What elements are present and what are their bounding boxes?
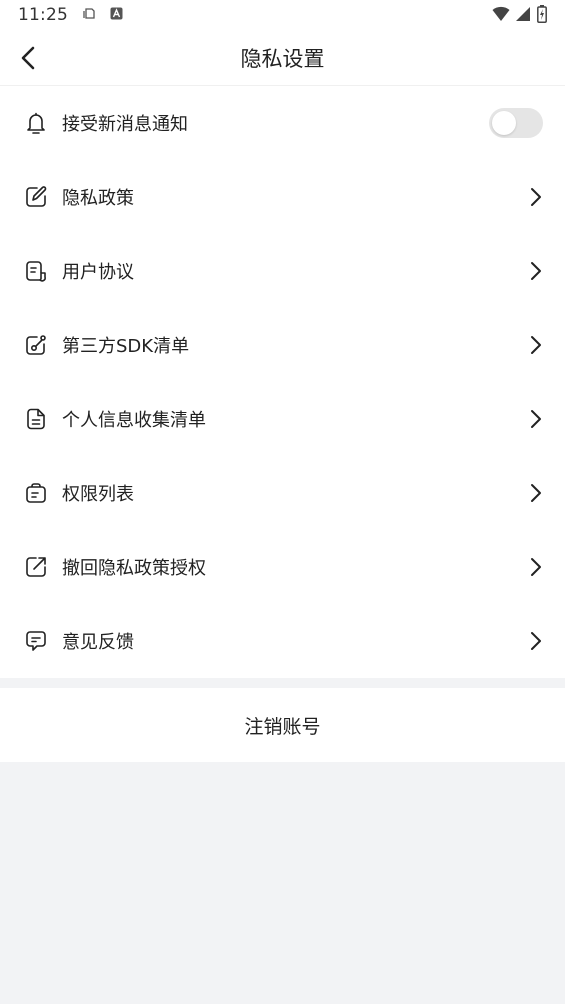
signal-icon — [516, 6, 531, 27]
row-message-notification: 接受新消息通知 — [0, 86, 565, 160]
clipboard-icon — [82, 5, 96, 25]
bag-icon — [24, 481, 48, 505]
row-personal-info-list[interactable]: 个人信息收集清单 — [0, 382, 565, 456]
chevron-right-icon — [529, 334, 543, 356]
app-notification-icon — [110, 5, 123, 25]
chevron-right-icon — [529, 408, 543, 430]
link-share-icon — [24, 333, 48, 357]
row-privacy-policy[interactable]: 隐私政策 — [0, 160, 565, 234]
row-user-agreement[interactable]: 用户协议 — [0, 234, 565, 308]
delete-account-button[interactable]: 注销账号 — [0, 688, 565, 762]
row-feedback[interactable]: 意见反馈 — [0, 604, 565, 678]
row-label: 用户协议 — [62, 262, 134, 283]
status-time: 11:25 — [18, 5, 68, 25]
file-list-icon — [24, 407, 48, 431]
settings-list: 接受新消息通知 隐私政策 用户协议 第三方SDK清单 个人信息收集清单 权限列表… — [0, 86, 565, 678]
section-divider — [0, 678, 565, 688]
chevron-right-icon — [529, 186, 543, 208]
row-label: 意见反馈 — [62, 632, 134, 653]
page-title: 隐私设置 — [240, 46, 325, 71]
chevron-right-icon — [529, 630, 543, 652]
toggle-knob — [492, 111, 516, 135]
chat-icon — [24, 629, 48, 653]
chevron-left-icon — [21, 46, 35, 70]
chevron-right-icon — [529, 482, 543, 504]
row-label: 接受新消息通知 — [62, 114, 188, 135]
chevron-right-icon — [529, 556, 543, 578]
row-label: 撤回隐私政策授权 — [62, 558, 206, 579]
wifi-icon — [492, 6, 510, 27]
bell-icon — [24, 111, 48, 135]
status-bar: 11:25 — [0, 0, 565, 30]
battery-icon — [537, 5, 547, 28]
row-permission-list[interactable]: 权限列表 — [0, 456, 565, 530]
back-button[interactable] — [14, 44, 42, 72]
row-label: 权限列表 — [62, 484, 134, 505]
external-link-icon — [24, 555, 48, 579]
row-label: 隐私政策 — [62, 188, 134, 209]
row-label: 个人信息收集清单 — [62, 410, 206, 431]
delete-account-label: 注销账号 — [244, 715, 321, 738]
row-label: 第三方SDK清单 — [62, 336, 190, 357]
notification-toggle[interactable] — [489, 108, 543, 138]
chevron-right-icon — [529, 260, 543, 282]
edit-note-icon — [24, 185, 48, 209]
row-third-party-sdk[interactable]: 第三方SDK清单 — [0, 308, 565, 382]
nav-bar: 隐私设置 — [0, 30, 565, 86]
row-revoke-authorization[interactable]: 撤回隐私政策授权 — [0, 530, 565, 604]
document-icon — [24, 259, 48, 283]
